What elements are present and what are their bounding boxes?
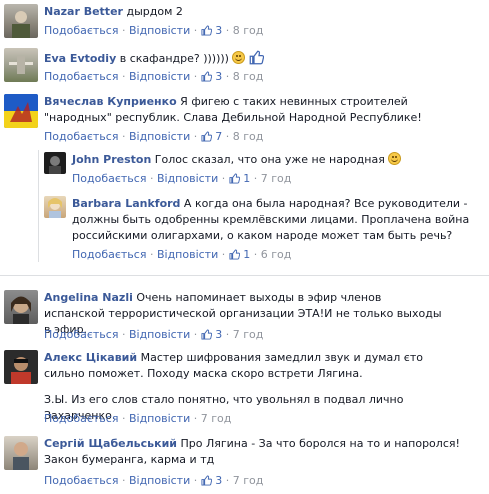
thumbs-up-icon	[201, 131, 212, 142]
thumbs-up-icon	[201, 25, 212, 36]
reply-thread-divider	[38, 150, 39, 262]
reply-link[interactable]: Відповісти	[129, 412, 190, 425]
comment-time[interactable]: 8 год	[233, 70, 264, 83]
likes-count[interactable]: 3	[201, 328, 222, 341]
comment-item: Nazar Better дырдом 2 Подобається · Відп…	[0, 0, 489, 42]
thumbs-up-icon	[229, 249, 240, 260]
smile-emoji-icon	[388, 152, 402, 165]
comment-text: Алекс Цікавий Мастер шифрования замедлил…	[44, 350, 464, 382]
likes-count[interactable]: 1	[229, 172, 250, 185]
likes-count[interactable]: 3	[201, 70, 222, 83]
avatar-photo-icon	[13, 442, 29, 470]
comment-author[interactable]: Алекс Цікавий	[44, 351, 137, 364]
avatar[interactable]	[4, 94, 38, 128]
comment-text: Barbara Lankford А когда она была народн…	[72, 196, 482, 244]
comment-actions: Подобається · Відповісти · 1 · 6 год	[72, 248, 292, 261]
comment-time[interactable]: 7 год	[233, 328, 264, 341]
thumbs-up-emoji-icon	[249, 50, 264, 65]
thumbs-up-icon	[201, 475, 212, 486]
likes-count[interactable]: 1	[229, 248, 250, 261]
thumbs-up-icon	[201, 71, 212, 82]
like-link[interactable]: Подобається	[44, 130, 118, 143]
like-link[interactable]: Подобається	[44, 412, 118, 425]
comment-author[interactable]: Angelina Nazli	[44, 291, 133, 304]
avatar[interactable]	[44, 152, 66, 174]
comments-panel-top: Nazar Better дырдом 2 Подобається · Відп…	[0, 0, 489, 267]
avatar[interactable]	[4, 4, 38, 38]
like-link[interactable]: Подобається	[72, 248, 146, 261]
like-link[interactable]: Подобається	[44, 328, 118, 341]
avatar-photo-icon	[11, 296, 31, 324]
comment-actions: Подобається · Відповісти · 3 · 8 год	[44, 70, 264, 83]
reply-link[interactable]: Відповісти	[129, 474, 190, 487]
comment-author[interactable]: Вячеслав Куприенко	[44, 95, 177, 108]
like-link[interactable]: Подобається	[72, 172, 146, 185]
comment-actions: Подобається · Відповісти · 1 · 7 год	[72, 172, 292, 185]
flag-avatar-icon	[4, 94, 38, 128]
smile-emoji-icon	[232, 51, 246, 64]
comment-actions: Подобається · Відповісти · 3 · 7 год	[44, 328, 264, 341]
comment-author[interactable]: John Preston	[72, 153, 151, 166]
comment-body: дырдом 2	[122, 5, 183, 18]
comment-actions: Подобається · Відповісти · 3 · 7 год	[44, 474, 264, 487]
avatar[interactable]	[4, 48, 38, 82]
reply-link[interactable]: Відповісти	[129, 130, 190, 143]
comment-time[interactable]: 7 год	[261, 172, 292, 185]
thumbs-up-icon	[229, 173, 240, 184]
thumbs-up-icon	[201, 329, 212, 340]
comment-text: Nazar Better дырдом 2	[44, 4, 474, 20]
reply-link[interactable]: Відповісти	[129, 328, 190, 341]
avatar-photo-icon	[9, 56, 33, 74]
like-link[interactable]: Подобається	[44, 474, 118, 487]
reply-item: Barbara Lankford А когда она была народн…	[40, 192, 489, 266]
comment-time[interactable]: 6 год	[261, 248, 292, 261]
reply-link[interactable]: Відповісти	[157, 172, 218, 185]
likes-count[interactable]: 3	[201, 24, 222, 37]
reply-item: John Preston Голос сказал, что она уже н…	[40, 150, 489, 192]
comment-text: Сергій Щабельський Про Лягина - За что б…	[44, 436, 464, 468]
comment-actions: Подобається · Відповісти · 3 · 8 год	[44, 24, 264, 37]
comment-text: Eva Evtodiy в скафандре? ))))))	[44, 50, 474, 67]
avatar[interactable]	[4, 436, 38, 470]
avatar-photo-icon	[11, 357, 31, 384]
comment-item: Алекс Цікавий Мастер шифрования замедлил…	[0, 346, 489, 432]
like-link[interactable]: Подобається	[44, 70, 118, 83]
comment-author[interactable]: Сергій Щабельський	[44, 437, 177, 450]
comment-author[interactable]: Eva Evtodiy	[44, 52, 116, 65]
likes-count[interactable]: 3	[201, 474, 222, 487]
comment-body: Голос сказал, что она уже не народная	[151, 153, 385, 166]
avatar-photo-icon	[12, 11, 30, 38]
avatar-photo-icon	[49, 156, 61, 174]
comment-text: Вячеслав Куприенко Я фигею с таких невин…	[44, 94, 474, 126]
comment-author[interactable]: Barbara Lankford	[72, 197, 180, 210]
comments-panel-bottom: Angelina Nazli Очень напоминает выходы в…	[0, 275, 489, 494]
avatar[interactable]	[4, 290, 38, 324]
comment-actions: Подобається · Відповісти · 7 · 8 год	[44, 130, 264, 143]
like-link[interactable]: Подобається	[44, 24, 118, 37]
avatar-photo-icon	[48, 198, 62, 218]
avatar[interactable]	[44, 196, 66, 218]
comment-time[interactable]: 8 год	[233, 130, 264, 143]
reply-link[interactable]: Відповісти	[157, 248, 218, 261]
likes-count[interactable]: 7	[201, 130, 222, 143]
comment-author[interactable]: Nazar Better	[44, 5, 123, 18]
comment-time[interactable]: 7 год	[201, 412, 232, 425]
comment-item: Eva Evtodiy в скафандре? )))))) Подобаєт…	[0, 42, 489, 88]
comment-item: Вячеслав Куприенко Я фигею с таких невин…	[0, 88, 489, 150]
comment-time[interactable]: 8 год	[233, 24, 264, 37]
avatar[interactable]	[4, 350, 38, 384]
comment-item: Angelina Nazli Очень напоминает выходы в…	[0, 284, 489, 346]
comment-item: Сергій Щабельський Про Лягина - За что б…	[0, 432, 489, 494]
comment-time[interactable]: 7 год	[233, 474, 264, 487]
comment-actions: Подобається · Відповісти · 7 год	[44, 412, 232, 425]
comment-body: в скафандре? ))))))	[116, 52, 229, 65]
comment-text: John Preston Голос сказал, что она уже н…	[72, 152, 482, 168]
reply-link[interactable]: Відповісти	[129, 70, 190, 83]
reply-link[interactable]: Відповісти	[129, 24, 190, 37]
